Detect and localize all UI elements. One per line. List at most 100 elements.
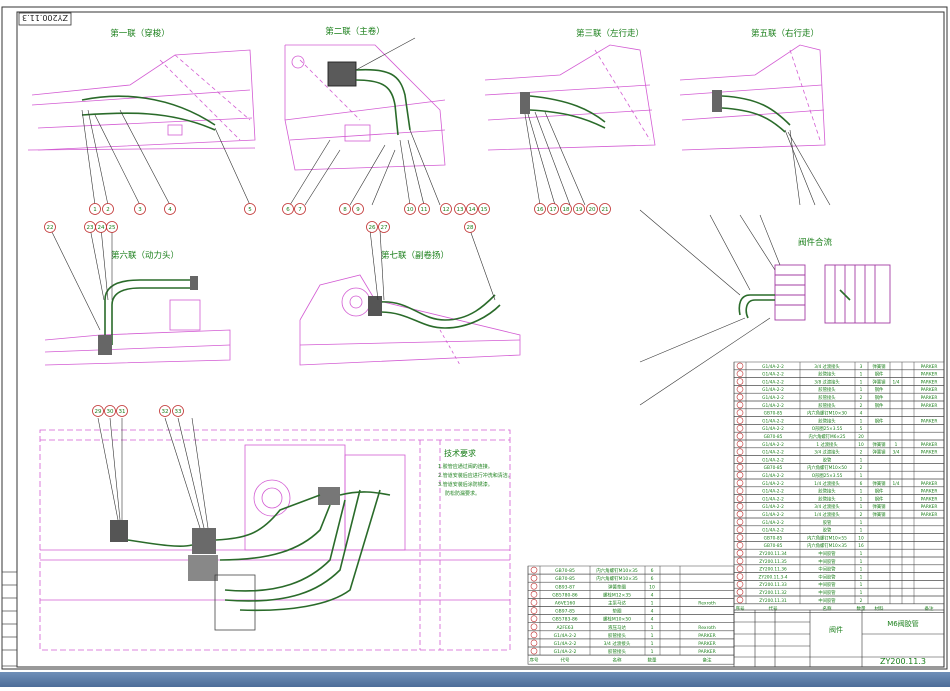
part-balloon-label: 11 <box>421 207 428 213</box>
bom-cell: 内六角螺钉M10×30 <box>807 410 847 417</box>
part-balloon-label: 19 <box>576 207 583 213</box>
bom-cell: PARKER <box>921 395 938 401</box>
bom-cell: PARKER <box>921 379 938 385</box>
part-balloon-label: 6 <box>286 207 290 213</box>
bom-cell: 胶管接头 <box>818 402 836 409</box>
part-balloon: 27 <box>378 221 390 233</box>
view-1-title: 第一联（穿梭） <box>110 28 170 39</box>
part-balloon: 17 <box>547 203 559 215</box>
bom-cell: 6 <box>860 481 863 487</box>
bom-cell: 1 <box>651 633 654 639</box>
bom-cell: 3/8 过渡接头 <box>814 378 840 385</box>
part-balloon-label: 30 <box>107 409 114 415</box>
tech-req-line: 2.管道安装后应进行冲洗和清洁。 <box>438 472 513 479</box>
bom-cell: 内六角螺钉M10×35 <box>596 567 638 574</box>
bom-cell: 螺栓M12×35 <box>603 591 631 598</box>
bom-cell: G1/4A-2-2 <box>762 387 784 393</box>
bom-cell: G1/4A-2-2 <box>762 481 784 487</box>
part-balloon-label: 4 <box>168 207 172 213</box>
part-balloon-label: 15 <box>481 207 488 213</box>
part-balloon: 29 <box>92 405 104 417</box>
bom-cell: 胶管接头 <box>818 495 836 502</box>
bom-cell: 3/4 过渡接头 <box>814 363 840 370</box>
bom-cell: 1 <box>860 457 863 463</box>
bom-cell: G1/4A-2-2 <box>554 641 577 647</box>
part-balloon: 18 <box>560 203 572 215</box>
bom-cell: G1/4A-2-2 <box>762 496 784 502</box>
title-block-part-name: 阀件 <box>829 625 843 634</box>
bom-cell: Rexroth <box>698 625 716 631</box>
bom-cell: 钢件 <box>875 394 884 401</box>
bom-cell: 胶管接头 <box>608 632 626 639</box>
bom-cell: 中间胶管 <box>818 558 836 565</box>
bom-cell: 1 <box>860 574 863 580</box>
bom-cell: GB70-85 <box>764 465 783 471</box>
bom-header-cell: 材料 <box>875 605 884 612</box>
bom-cell: PARKER <box>921 387 938 393</box>
bom-cell: 4 <box>651 609 654 615</box>
view-3-title: 第三联（左行走） <box>576 28 644 39</box>
part-balloon-label: 24 <box>98 225 105 231</box>
taskbar <box>0 672 950 687</box>
bom-cell: 液压马达 <box>608 624 626 631</box>
bom-cell: 1/4 过渡接头 <box>814 511 840 518</box>
bom-cell: 1 <box>860 551 863 557</box>
part-balloon-label: 9 <box>356 207 360 213</box>
bom-header-cell: 名称 <box>613 657 622 664</box>
bom-cell: 4 <box>651 617 654 623</box>
bom-cell: G1/4A-2-2 <box>762 504 784 510</box>
part-balloon-label: 25 <box>109 225 116 231</box>
part-balloon-label: 28 <box>467 225 474 231</box>
bom-cell: 内六角螺钉M6×25 <box>809 433 846 440</box>
part-balloon-label: 17 <box>550 207 557 213</box>
bom-cell: A6VE160 <box>555 601 576 607</box>
bom-cell: 4 <box>651 592 654 598</box>
part-balloon: 13 <box>454 203 466 215</box>
bom-cell: 10 <box>649 584 655 590</box>
part-balloon-label: 1 <box>93 207 97 213</box>
part-balloon: 22 <box>44 221 56 233</box>
bom-cell: 1 <box>860 489 863 495</box>
part-balloon-label: 13 <box>457 207 464 213</box>
bom-cell: Rexroth <box>698 601 716 607</box>
bom-cell: 20 <box>858 434 864 440</box>
bom-cell: 1 <box>860 418 863 424</box>
cad-drawing-viewport[interactable]: ZY200.11.3 第一联（穿梭） 第二联（主卷） 第三联（左行走） 第五联（… <box>0 0 950 687</box>
bom-cell: 2 <box>860 465 863 471</box>
bom-cell: 主泵马达 <box>608 600 626 607</box>
bom-cell: 胶管接头 <box>608 648 626 655</box>
part-balloon: 21 <box>599 203 611 215</box>
bom-cell: 10 <box>858 442 864 448</box>
part-balloon: 25 <box>106 221 118 233</box>
bom-cell: 1 <box>860 520 863 526</box>
bom-cell: 1 <box>651 601 654 607</box>
bom-cell: 1 <box>860 473 863 479</box>
bom-cell: PARKER <box>921 418 938 424</box>
bom-cell: 中间胶管 <box>818 589 836 596</box>
bom-cell: 弹簧钢 <box>873 449 886 456</box>
tech-req-title: 技术要求 <box>444 448 476 458</box>
bom-cell: PARKER <box>921 403 938 409</box>
part-balloon: 23 <box>84 221 96 233</box>
bom-cell: G1/4A-2-2 <box>762 473 784 479</box>
view-2-title: 第二联（主卷） <box>325 26 385 37</box>
bom-cell: 2 <box>860 598 863 604</box>
bom-cell: 1 <box>860 496 863 502</box>
bom-cell: 中间胶管 <box>818 597 836 604</box>
bom-header-cell: 备注 <box>703 657 712 664</box>
bom-cell: 1 <box>860 504 863 510</box>
corner-code: ZY200.11.3 <box>22 13 68 22</box>
bom-cell: 钢件 <box>875 386 884 393</box>
bom-cell: PARKER <box>921 489 938 495</box>
bom-cell: G1/4A-2-2 <box>762 512 784 518</box>
part-balloon: 24 <box>95 221 107 233</box>
bom-cell: GB5783-86 <box>552 617 578 623</box>
title-block-drawing-name: M6阀胶管 <box>887 619 919 628</box>
bom-cell: 4 <box>860 411 863 417</box>
bom-header-cell: 数量 <box>648 657 657 664</box>
bom-header-cell: 代号 <box>561 657 570 664</box>
bom-cell: O形圈25×3.55 <box>812 425 843 432</box>
bom-cell: 钢件 <box>875 371 884 378</box>
bom-cell: 1 <box>860 582 863 588</box>
bom-cell: 1 <box>860 528 863 534</box>
